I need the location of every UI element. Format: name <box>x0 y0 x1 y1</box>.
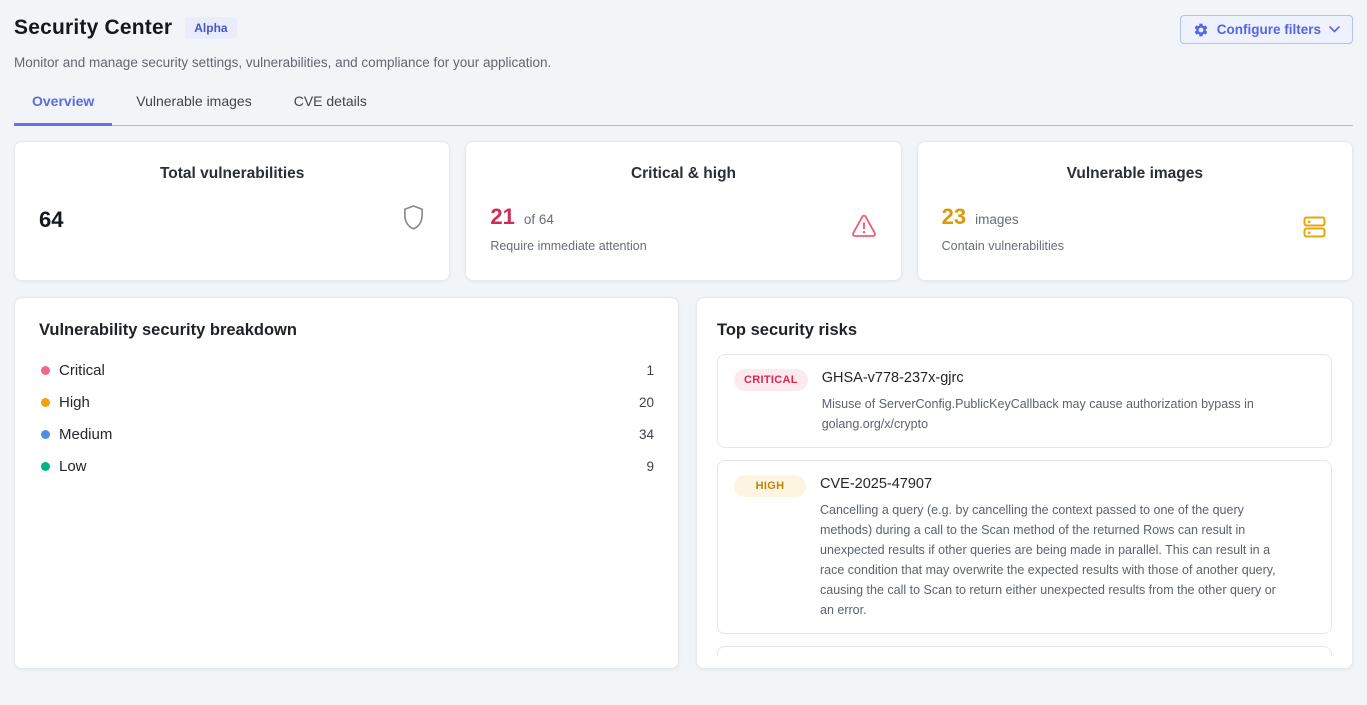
breakdown-value: 9 <box>646 459 654 474</box>
bottom-row: Vulnerability security breakdown Critica… <box>14 297 1353 669</box>
high-dot <box>41 398 50 407</box>
breakdown-label: High <box>59 394 90 411</box>
stats-row: Total vulnerabilities 64 Critical & high… <box>14 141 1353 281</box>
critical-high-value: 21 <box>490 204 514 230</box>
configure-filters-button[interactable]: Configure filters <box>1180 15 1353 44</box>
stat-card-vulnerable-images: Vulnerable images 23 images Contain vuln… <box>917 141 1353 281</box>
breakdown-label: Medium <box>59 426 112 443</box>
breakdown-value: 20 <box>639 395 654 410</box>
stat-card-critical-high: Critical & high 21 of 64 Require immedia… <box>465 141 901 281</box>
warning-triangle-icon <box>851 214 877 243</box>
stat-title: Total vulnerabilities <box>39 165 425 183</box>
stat-card-total-vulnerabilities: Total vulnerabilities 64 <box>14 141 450 281</box>
tab-cve-details[interactable]: CVE details <box>276 89 385 126</box>
vulnerable-images-suffix: images <box>975 212 1019 227</box>
risk-description: Cancelling a query (e.g. by cancelling t… <box>820 500 1285 620</box>
configure-filters-label: Configure filters <box>1217 22 1321 37</box>
breakdown-label: Critical <box>59 362 105 379</box>
breakdown-label: Low <box>59 458 87 475</box>
severity-badge: CRITICAL <box>734 369 808 391</box>
alpha-badge: Alpha <box>185 17 236 39</box>
medium-dot <box>41 430 50 439</box>
risks-title: Top security risks <box>717 318 1332 342</box>
stat-title: Vulnerable images <box>942 165 1328 183</box>
top-security-risks-card: Top security risks CRITICAL GHSA-v778-23… <box>696 297 1353 669</box>
breakdown-value: 34 <box>639 427 654 442</box>
risks-list: CRITICAL GHSA-v778-237x-gjrc Misuse of S… <box>717 342 1332 656</box>
risk-item-cve-2025-9086[interactable]: HIGH CVE-2025-9086 <box>717 646 1332 656</box>
tab-overview[interactable]: Overview <box>14 89 112 126</box>
vulnerable-images-value: 23 <box>942 204 966 230</box>
risk-id: GHSA-v778-237x-gjrc <box>822 368 1287 388</box>
shield-icon <box>402 204 425 236</box>
stat-title: Critical & high <box>490 165 876 183</box>
risk-item-cve-2025-47907[interactable]: HIGH CVE-2025-47907 Cancelling a query (… <box>717 460 1332 634</box>
breakdown-value: 1 <box>646 363 654 378</box>
critical-high-caption: Require immediate attention <box>490 239 646 253</box>
breakdown-row-high: High 20 <box>39 386 654 418</box>
severity-badge: HIGH <box>734 475 806 497</box>
page-title: Security Center <box>14 16 172 40</box>
server-stack-icon <box>1301 213 1328 245</box>
page-subtitle: Monitor and manage security settings, vu… <box>14 55 1353 70</box>
tab-vulnerable-images[interactable]: Vulnerable images <box>118 89 269 126</box>
breakdown-row-medium: Medium 34 <box>39 418 654 450</box>
breakdown-title: Vulnerability security breakdown <box>39 318 654 342</box>
breakdown-card: Vulnerability security breakdown Critica… <box>14 297 679 669</box>
critical-dot <box>41 366 50 375</box>
gear-icon <box>1193 22 1209 38</box>
total-vulnerabilities-value: 64 <box>39 207 63 233</box>
security-center-page: Security Center Alpha Configure filters … <box>0 0 1367 705</box>
page-header: Security Center Alpha Configure filters … <box>14 0 1353 126</box>
risk-description: Misuse of ServerConfig.PublicKeyCallback… <box>822 394 1287 434</box>
vulnerable-images-caption: Contain vulnerabilities <box>942 239 1064 253</box>
breakdown-row-critical: Critical 1 <box>39 354 654 386</box>
risk-item-ghsa-v778-237x-gjrc[interactable]: CRITICAL GHSA-v778-237x-gjrc Misuse of S… <box>717 354 1332 448</box>
breakdown-row-low: Low 9 <box>39 450 654 482</box>
low-dot <box>41 462 50 471</box>
chevron-down-icon <box>1329 26 1340 33</box>
risk-id: CVE-2025-47907 <box>820 474 1285 494</box>
critical-high-suffix: of 64 <box>524 212 554 227</box>
tab-bar: Overview Vulnerable images CVE details <box>14 89 1353 126</box>
